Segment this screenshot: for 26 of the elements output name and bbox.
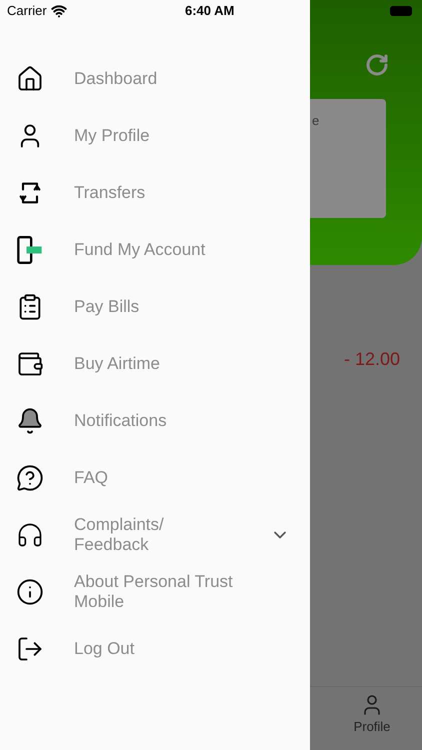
menu-item[interactable]: Buy Airtime (0, 335, 310, 392)
card-text: e (312, 113, 320, 128)
menu-item[interactable]: Fund My Account (0, 221, 310, 278)
menu-item[interactable]: Complaints/ Feedback (0, 506, 310, 563)
headset-icon (16, 520, 44, 548)
amount-text: - 12.00 (344, 348, 400, 371)
info-icon (16, 578, 44, 606)
wifi-icon (50, 3, 67, 19)
battery-icon (390, 6, 412, 16)
menu-item[interactable]: My Profile (0, 107, 310, 164)
tab-item[interactable]: Profile (322, 687, 422, 750)
menu-item[interactable]: Notifications (0, 392, 310, 449)
menu-item[interactable]: Log Out (0, 620, 310, 677)
phone-icon (16, 236, 44, 264)
menu-item[interactable]: FAQ (0, 449, 310, 506)
bell-icon (16, 406, 44, 434)
menu-item[interactable]: Transfers (0, 164, 310, 221)
home-icon (16, 64, 44, 92)
menu-item[interactable]: Pay Bills (0, 278, 310, 335)
logout-icon (16, 634, 44, 662)
menu-item[interactable]: About Personal Trust Mobile (0, 563, 310, 620)
menu-item[interactable]: Dashboard (0, 50, 310, 107)
question-icon (16, 464, 44, 492)
carrier-text: Carrier (7, 2, 47, 20)
wallet-icon (16, 350, 44, 378)
time-text: 6:40 AM (185, 2, 234, 20)
